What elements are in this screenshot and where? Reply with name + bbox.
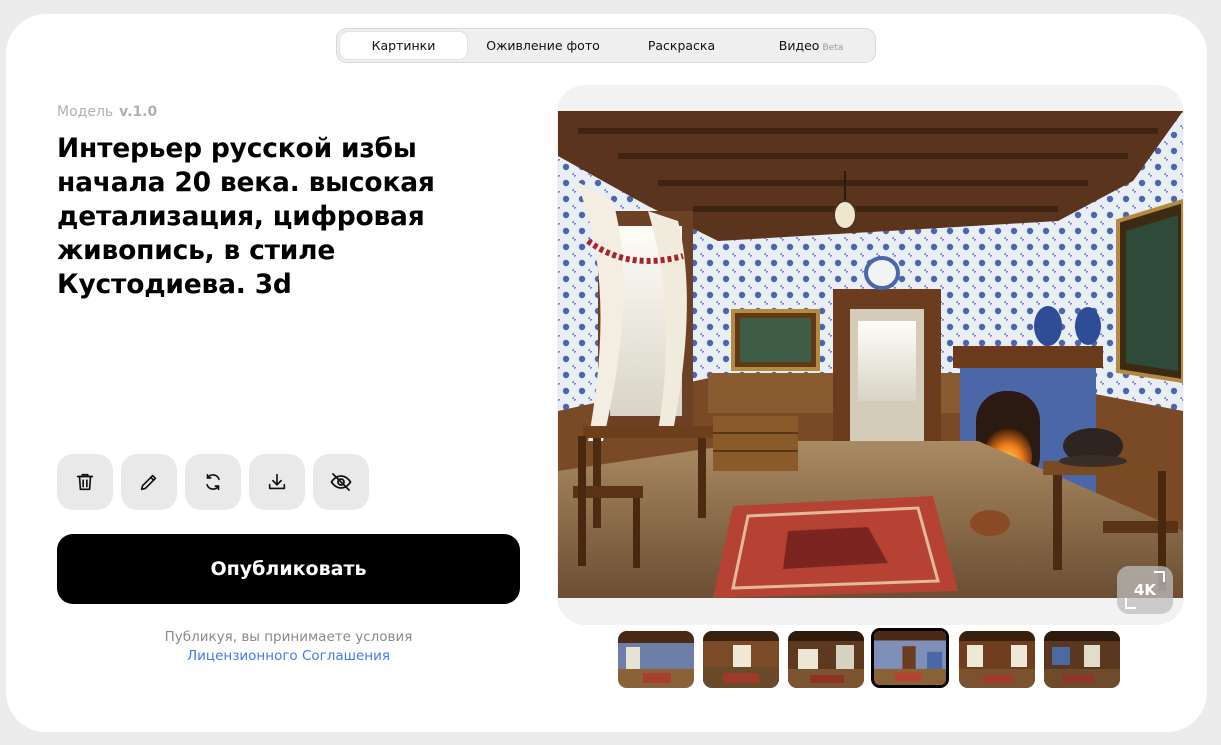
model-label: Модель (57, 104, 114, 120)
thumbnail[interactable] (959, 631, 1035, 688)
tab-coloring[interactable]: Раскраска (619, 32, 744, 59)
refresh-icon (206, 473, 220, 491)
thumbnail-image (874, 631, 946, 685)
upscale-4k-button[interactable]: 4K (1117, 566, 1173, 614)
room-illustration (558, 111, 1183, 598)
model-info: Модель v.1.0 (57, 104, 157, 120)
edit-button[interactable] (121, 454, 177, 510)
tab-label: Раскраска (647, 38, 716, 53)
thumbnail[interactable] (788, 631, 864, 688)
thumbnail-image (1044, 631, 1120, 688)
trash-icon (76, 473, 94, 491)
thumbnail[interactable] (1044, 631, 1120, 688)
thumbnail-image (618, 631, 694, 688)
thumbnail[interactable] (703, 631, 779, 688)
upscale-label: 4K (1133, 581, 1157, 599)
tab-pictures[interactable]: Картинки (340, 32, 467, 59)
thumbnail-image (959, 631, 1035, 688)
tab-label: Картинки (371, 38, 436, 53)
beta-badge: Beta (822, 43, 844, 53)
thumbnail-selected[interactable] (871, 628, 949, 688)
license-agreement-link[interactable]: Лицензионного Соглашения (57, 647, 520, 666)
regenerate-button[interactable] (185, 454, 241, 510)
tab-label: Видео (778, 38, 820, 53)
pencil-icon (140, 474, 157, 491)
corner-icon (1125, 598, 1136, 609)
mode-tabs: Картинки Оживление фото Раскраска Видео B… (336, 28, 876, 63)
download-button[interactable] (249, 454, 305, 510)
license-notice: Публикуя, вы принимаете условия Лицензио… (57, 628, 520, 666)
publish-button[interactable]: Опубликовать (57, 534, 520, 604)
tab-video[interactable]: Видео Beta (752, 32, 870, 59)
model-version: v.1.0 (119, 104, 158, 120)
thumbnail-image (703, 631, 779, 688)
generated-image[interactable] (558, 111, 1183, 598)
tab-label: Оживление фото (486, 38, 600, 53)
corner-icon (1154, 571, 1165, 582)
thumbnail[interactable] (618, 631, 694, 688)
license-notice-text: Публикуя, вы принимаете условия (164, 629, 413, 645)
download-icon (268, 473, 286, 490)
hide-button[interactable] (313, 454, 369, 510)
eye-off-icon (330, 473, 352, 491)
prompt-text: Интерьер русской избы начала 20 века. вы… (57, 133, 435, 300)
tab-photo-animation[interactable]: Оживление фото (475, 32, 611, 59)
thumbnail-image (788, 631, 864, 688)
delete-button[interactable] (57, 454, 113, 510)
